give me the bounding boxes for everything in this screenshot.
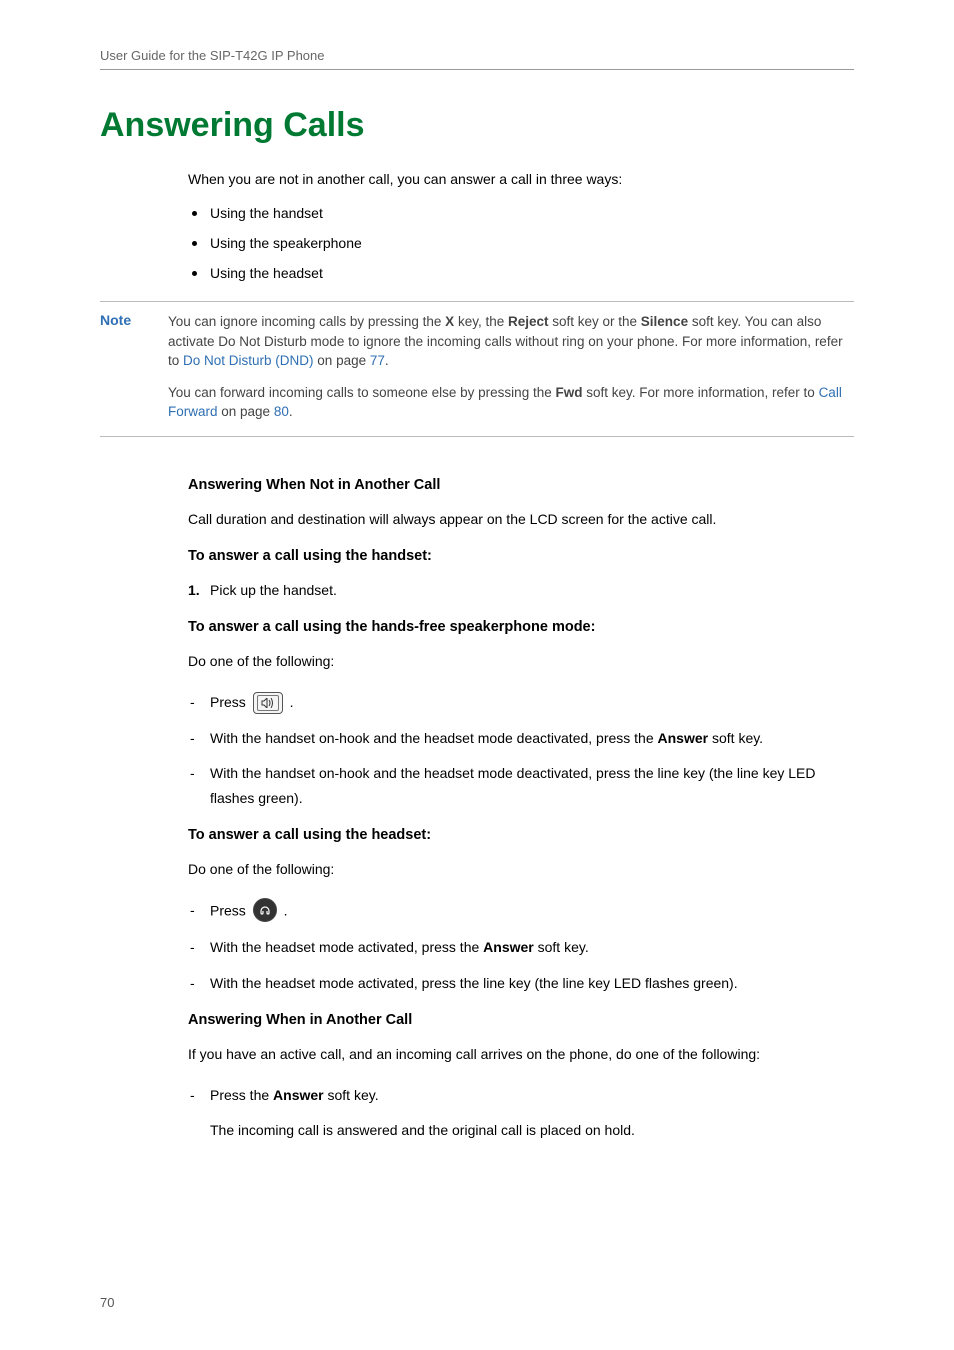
procedure-title: To answer a call using the hands-free sp… (188, 619, 854, 635)
text: key, the (454, 314, 508, 329)
subheading: Answering When Not in Another Call (188, 477, 854, 493)
text: With the handset on-hook and the headset… (210, 730, 658, 746)
lead-text: Do one of the following: (188, 651, 854, 672)
list-item: With the headset mode activated, press t… (188, 935, 854, 960)
link-page-80[interactable]: 80 (274, 404, 289, 419)
text: . (286, 694, 294, 710)
page-title: Answering Calls (100, 106, 854, 145)
softkey-answer: Answer (483, 939, 534, 955)
text: soft key. (534, 939, 589, 955)
list-item: With the headset mode activated, press t… (188, 971, 854, 996)
note-block: Note You can ignore incoming calls by pr… (100, 301, 854, 437)
step-text: Pick up the handset. (210, 582, 337, 598)
text: Press the (210, 1087, 273, 1103)
lead-text: Do one of the following: (188, 859, 854, 880)
main-content: When you are not in another call, you ca… (188, 171, 854, 281)
note-body: You can ignore incoming calls by pressin… (168, 312, 854, 422)
key-x: X (445, 314, 454, 329)
step-item: 1. Pick up the handset. (188, 580, 854, 601)
step-number: 1. (188, 580, 200, 601)
list-item: With the handset on-hook and the headset… (188, 761, 854, 811)
text: Press (210, 694, 250, 710)
list-item: Using the speakerphone (188, 235, 854, 251)
note-paragraph: You can forward incoming calls to someon… (168, 383, 854, 422)
text: on page (218, 404, 274, 419)
link-page-77[interactable]: 77 (370, 353, 385, 368)
text: Press (210, 903, 250, 919)
text: soft key. (708, 730, 763, 746)
option-list: Press the Answer soft key. The incoming … (188, 1083, 854, 1143)
text: . (289, 404, 293, 419)
lead-text: Call duration and destination will alway… (188, 509, 854, 530)
section-not-in-call: Answering When Not in Another Call Call … (188, 477, 854, 1143)
running-header: User Guide for the SIP-T42G IP Phone (100, 48, 854, 70)
text: soft key. For more information, refer to (582, 385, 818, 400)
text: . (280, 903, 288, 919)
softkey-silence: Silence (641, 314, 688, 329)
intro-text: When you are not in another call, you ca… (188, 171, 854, 187)
result-text: The incoming call is answered and the or… (210, 1118, 854, 1143)
note-paragraph: You can ignore incoming calls by pressin… (168, 312, 854, 371)
text: With the headset mode activated, press t… (210, 939, 483, 955)
list-item: Press . (188, 690, 854, 716)
lead-text: If you have an active call, and an incom… (188, 1044, 854, 1065)
option-list: Press . With the headset mode activated,… (188, 898, 854, 996)
headset-key-icon (253, 898, 277, 925)
option-list: Press . With the handset on-hook and the… (188, 690, 854, 811)
softkey-fwd: Fwd (555, 385, 582, 400)
step-list: 1. Pick up the handset. (188, 580, 854, 601)
list-item: With the handset on-hook and the headset… (188, 726, 854, 751)
softkey-reject: Reject (508, 314, 549, 329)
softkey-answer: Answer (658, 730, 709, 746)
link-dnd[interactable]: Do Not Disturb (DND) (183, 353, 314, 368)
subheading: Answering When in Another Call (188, 1012, 854, 1028)
text: . (385, 353, 389, 368)
page-number: 70 (100, 1295, 114, 1310)
text: soft key or the (549, 314, 641, 329)
page-container: User Guide for the SIP-T42G IP Phone Ans… (0, 0, 954, 1199)
softkey-answer: Answer (273, 1087, 324, 1103)
text: soft key. (324, 1087, 379, 1103)
procedure-title: To answer a call using the handset: (188, 548, 854, 564)
speaker-key-icon (253, 691, 283, 716)
procedure-title: To answer a call using the headset: (188, 827, 854, 843)
text: You can forward incoming calls to someon… (168, 385, 555, 400)
list-item: Press the Answer soft key. The incoming … (188, 1083, 854, 1143)
text: You can ignore incoming calls by pressin… (168, 314, 445, 329)
list-item: Press . (188, 898, 854, 925)
list-item: Using the handset (188, 205, 854, 221)
text: on page (314, 353, 370, 368)
note-label: Note (100, 312, 150, 422)
list-item: Using the headset (188, 265, 854, 281)
ways-list: Using the handset Using the speakerphone… (188, 205, 854, 281)
